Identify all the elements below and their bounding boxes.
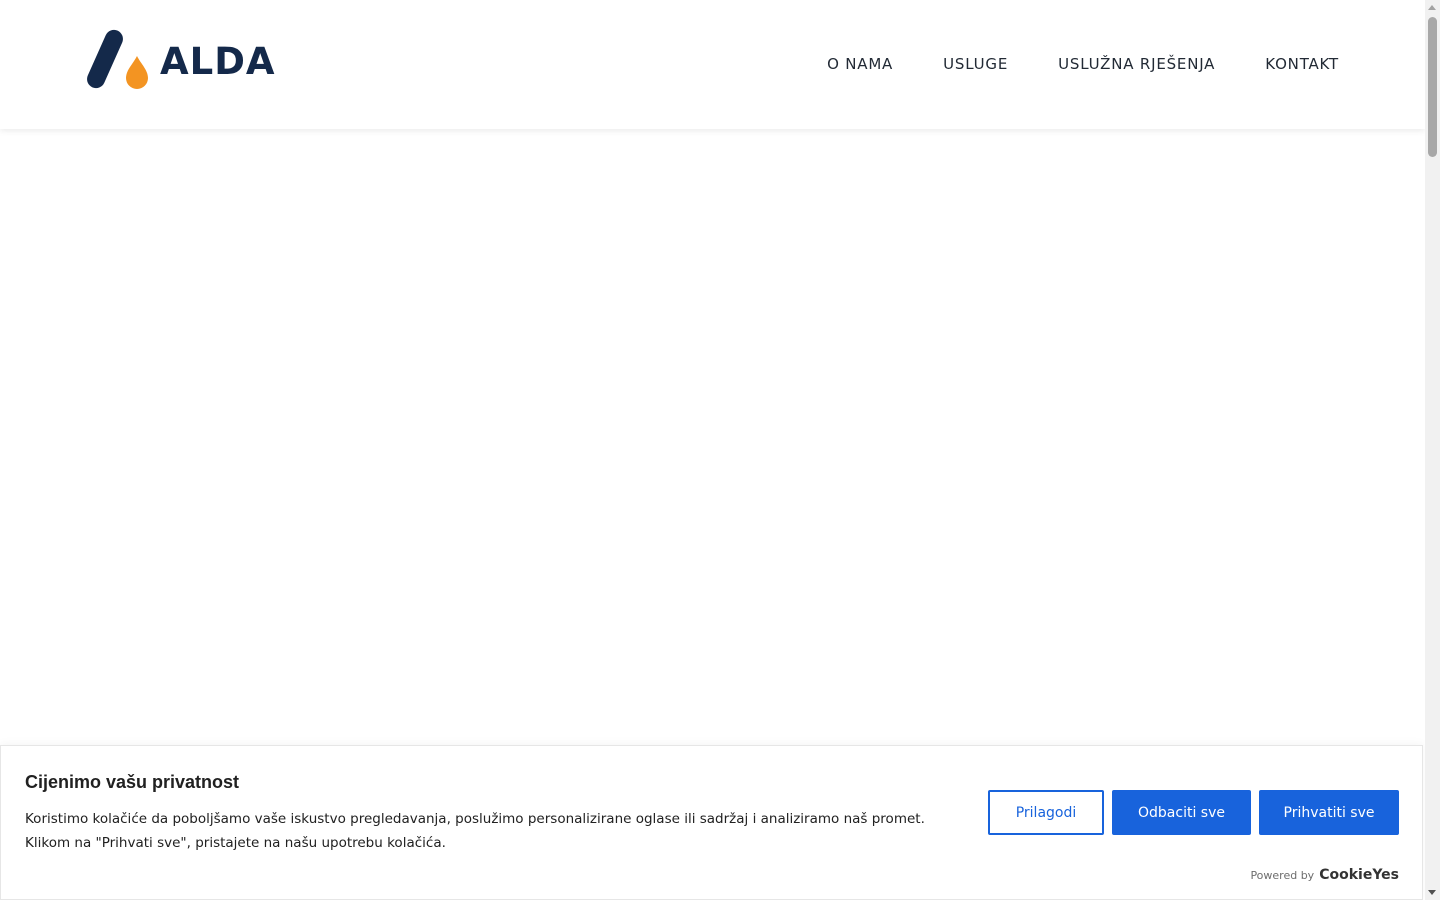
powered-by: Powered by CookieYes bbox=[1250, 867, 1399, 883]
powered-by-label: Powered by bbox=[1250, 869, 1315, 882]
scroll-down-arrow-icon[interactable] bbox=[1428, 890, 1436, 895]
cookie-banner-title: Cijenimo vašu privatnost bbox=[25, 772, 240, 792]
cookieyes-logo[interactable]: CookieYes bbox=[1319, 867, 1399, 883]
accept-all-button[interactable]: Prihvatiti sve bbox=[1259, 790, 1399, 835]
nav-item-o-nama[interactable]: O NAMA bbox=[827, 53, 893, 75]
logo-text: ALDA bbox=[160, 39, 276, 83]
nav-item-usluzna-rjesenja[interactable]: USLUŽNA RJEŠENJA bbox=[1058, 53, 1215, 75]
site-header: ALDA O NAMA USLUGE USLUŽNA RJEŠENJA KONT… bbox=[0, 0, 1425, 129]
main-nav: O NAMA USLUGE USLUŽNA RJEŠENJA KONTAKT bbox=[777, 53, 1339, 75]
scrollbar-thumb[interactable] bbox=[1428, 17, 1437, 157]
logo-mark-icon bbox=[87, 29, 148, 89]
customize-button[interactable]: Prilagodi bbox=[988, 790, 1104, 835]
cookie-actions: Prilagodi Odbaciti sve Prihvatiti sve bbox=[988, 790, 1399, 835]
reject-all-button[interactable]: Odbaciti sve bbox=[1112, 790, 1251, 835]
cookie-banner-description: Koristimo kolačiće da poboljšamo vaše is… bbox=[25, 811, 925, 851]
vertical-scrollbar[interactable] bbox=[1425, 0, 1440, 900]
nav-item-kontakt[interactable]: KONTAKT bbox=[1265, 53, 1339, 75]
nav-item-usluge[interactable]: USLUGE bbox=[943, 53, 1008, 75]
scroll-up-arrow-icon[interactable] bbox=[1428, 5, 1436, 10]
cookie-consent-banner: Cijenimo vašu privatnost Koristimo kolač… bbox=[0, 745, 1423, 900]
page: ALDA O NAMA USLUGE USLUŽNA RJEŠENJA KONT… bbox=[0, 0, 1440, 900]
site-logo[interactable]: ALDA bbox=[84, 28, 276, 92]
